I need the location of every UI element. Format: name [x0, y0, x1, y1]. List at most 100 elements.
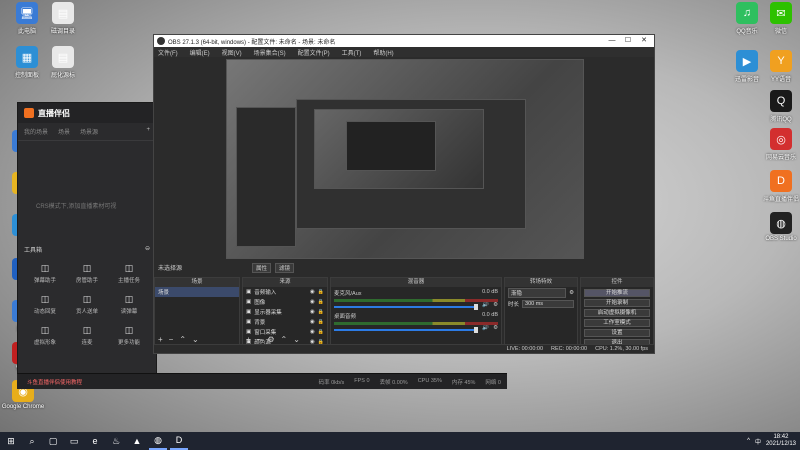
- volume-slider[interactable]: [334, 326, 479, 333]
- desktop-icon[interactable]: ✉ 微信: [758, 2, 800, 35]
- move-up-icon[interactable]: ⌃: [179, 335, 186, 344]
- desktop-icon[interactable]: ◎ 网易云音乐: [758, 128, 800, 161]
- tool-danmaku[interactable]: ◫ 弹幕助手: [24, 263, 66, 284]
- properties-button[interactable]: 属性: [252, 263, 272, 273]
- desktop-icon[interactable]: D 斗鱼直播伴侣: [758, 170, 800, 203]
- live-app-title: 直播伴侣: [38, 108, 70, 118]
- steam-icon[interactable]: ♨: [107, 432, 125, 450]
- lock-icon[interactable]: 🔒: [318, 329, 324, 335]
- lock-icon[interactable]: 🔒: [318, 319, 324, 325]
- menu-item[interactable]: 视图(V): [222, 48, 242, 57]
- menu-item[interactable]: 文件(F): [158, 48, 178, 57]
- controls-dock-title: 控件: [581, 278, 653, 287]
- explorer-icon[interactable]: ▭: [65, 432, 83, 450]
- tray-overflow-icon[interactable]: ^: [747, 438, 750, 444]
- menu-item[interactable]: 工具(T): [342, 48, 362, 57]
- volume-slider[interactable]: [334, 303, 479, 310]
- desktop-icon[interactable]: ▤ 磁调目录: [40, 2, 86, 35]
- tab-scene-sources[interactable]: 场景源: [80, 127, 98, 136]
- remove-icon[interactable]: −: [169, 335, 174, 344]
- control-button[interactable]: 启动虚拟摄像机: [584, 309, 650, 317]
- source-item[interactable]: ▣ 显示器采集 ◉ 🔒: [243, 307, 327, 317]
- move-down-icon[interactable]: ⌄: [293, 335, 300, 344]
- desktop-icon[interactable]: Y YY语音: [758, 50, 800, 83]
- tab-my-scenes[interactable]: 我的场景: [24, 127, 48, 136]
- edge-icon[interactable]: e: [86, 432, 104, 450]
- menu-item[interactable]: 场景集合(S): [254, 48, 286, 57]
- transition-select[interactable]: 渐隐: [508, 288, 567, 298]
- add-icon[interactable]: +: [246, 335, 251, 344]
- source-item[interactable]: ▣ 音频输入 ◉ 🔒: [243, 287, 327, 297]
- source-type-icon: ▣: [246, 319, 252, 325]
- gear-icon[interactable]: ⚙: [493, 302, 498, 308]
- visibility-eye-icon[interactable]: ◉: [310, 299, 315, 305]
- control-button[interactable]: 工作室模式: [584, 319, 650, 327]
- tool-avatar[interactable]: ◫ 虚拟形象: [24, 325, 66, 346]
- close-button[interactable]: ✕: [636, 35, 652, 47]
- tool-gift[interactable]: ◫ 贡人送单: [66, 294, 108, 315]
- obs-preview[interactable]: [226, 59, 584, 259]
- source-item[interactable]: ▣ 图像 ◉ 🔒: [243, 297, 327, 307]
- speaker-icon[interactable]: 🔊: [482, 302, 489, 308]
- desktop-icon[interactable]: ▤ 屁化源标: [40, 46, 86, 79]
- system-tray: ^ 中 18:42 2021/12/13: [747, 432, 796, 450]
- tool-admin[interactable]: ◫ 房管助手: [66, 263, 108, 284]
- visibility-eye-icon[interactable]: ◉: [310, 289, 315, 295]
- gear-icon[interactable]: ⚙: [267, 335, 274, 344]
- control-button[interactable]: 设置: [584, 329, 650, 337]
- tool-more[interactable]: ◫ 更多功能: [108, 325, 150, 346]
- tool-reply[interactable]: ◫ 动态回复: [24, 294, 66, 315]
- live-stat: 内存 45%: [451, 379, 476, 386]
- control-button[interactable]: 开始推流: [584, 289, 650, 297]
- tutorial-link[interactable]: 斗鱼直播伴侣使用教程: [17, 378, 82, 386]
- transition-gear-icon[interactable]: ⚙: [569, 290, 574, 296]
- visibility-eye-icon[interactable]: ◉: [310, 309, 315, 315]
- remove-icon[interactable]: −: [257, 335, 262, 344]
- ime-indicator[interactable]: 中: [755, 437, 761, 446]
- task-view-icon[interactable]: ▢: [44, 432, 62, 450]
- desktop-icon[interactable]: ◍ OBS Studio: [758, 212, 800, 242]
- scene-item[interactable]: 场景: [155, 287, 239, 297]
- visibility-eye-icon[interactable]: ◉: [310, 329, 315, 335]
- avatar-icon: ◫: [40, 325, 50, 335]
- game-icon[interactable]: ▲: [128, 432, 146, 450]
- lock-icon[interactable]: 🔒: [318, 289, 324, 295]
- desktop-icon-label: Google Chrome: [1, 404, 45, 410]
- obs-icon[interactable]: ◍: [149, 432, 167, 450]
- speaker-icon[interactable]: 🔊: [482, 325, 489, 331]
- add-scene-icon[interactable]: +: [146, 127, 150, 136]
- desktop-icon[interactable]: Q 腾讯QQ: [758, 90, 800, 123]
- menu-item[interactable]: 配置文件(P): [298, 48, 330, 57]
- tool-read[interactable]: ◫ 读弹幕: [108, 294, 150, 315]
- lock-icon[interactable]: 🔒: [318, 299, 324, 305]
- maximize-button[interactable]: ☐: [620, 35, 636, 47]
- filters-button[interactable]: 滤镜: [275, 263, 295, 273]
- obs-window: OBS 27.1.3 (64-bit, windows) - 配置文件: 未命名…: [153, 34, 655, 354]
- toolbox-header: 工具箱 ⊖: [24, 245, 150, 254]
- desktop-icon-label: 磁调目录: [50, 29, 75, 35]
- source-item[interactable]: ▣ 背景 ◉ 🔒: [243, 317, 327, 327]
- visibility-eye-icon[interactable]: ◉: [310, 319, 315, 325]
- move-up-icon[interactable]: ⌃: [281, 335, 288, 344]
- move-down-icon[interactable]: ⌄: [192, 335, 199, 344]
- menu-item[interactable]: 帮助(H): [373, 48, 393, 57]
- clock[interactable]: 18:42 2021/12/13: [766, 434, 796, 448]
- minimize-button[interactable]: —: [604, 35, 620, 47]
- lock-icon[interactable]: 🔒: [318, 309, 324, 315]
- control-button[interactable]: 开始录制: [584, 299, 650, 307]
- more-icon: ◫: [124, 325, 134, 335]
- search-icon[interactable]: ⌕: [23, 432, 41, 450]
- source-label: 显示器采集: [254, 310, 282, 316]
- gear-icon[interactable]: ⚙: [493, 325, 498, 331]
- desktop-icon-label: 网易云音乐: [765, 155, 796, 161]
- tool-task[interactable]: ◫ 主播任务: [108, 263, 150, 284]
- add-icon[interactable]: +: [158, 335, 163, 344]
- tool-mic[interactable]: ◫ 连麦: [66, 325, 108, 346]
- menu-item[interactable]: 编辑(E): [190, 48, 210, 57]
- duration-input[interactable]: 300 ms: [522, 300, 574, 308]
- douyu-icon[interactable]: D: [170, 432, 188, 450]
- toolbox-settings-icon[interactable]: ⊖: [145, 245, 150, 254]
- channel-level: 0.0 dB: [482, 312, 498, 318]
- tab-scenes[interactable]: 场景: [58, 127, 70, 136]
- windows-icon[interactable]: ⊞: [2, 432, 20, 450]
